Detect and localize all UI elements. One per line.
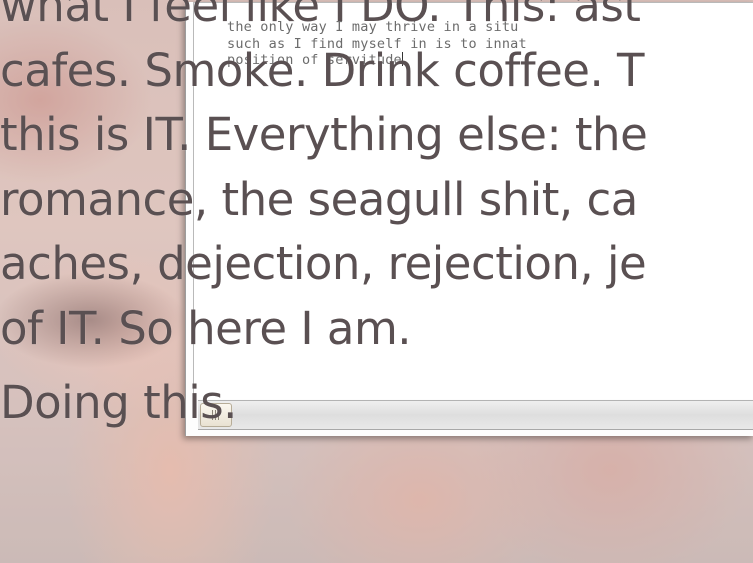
caption-line-6: of IT. So here I am. [0,301,412,355]
caption-line-5: aches, dejection, rejection, je [0,237,647,290]
caption-line-3: this is IT. Everything else: the [0,108,648,161]
caption-line-1: what I feel like I DO. This: ast [0,0,641,32]
caption-line-2: cafes. Smoke. Drink coffee. T [0,43,645,97]
caption-line-7: Doing this. [0,376,238,429]
caption-line-4: romance, the seagull shit, ca [0,172,638,226]
caption-gap [0,361,753,371]
desktop-caption: what I feel like I DO. This: ast cafes. … [0,0,753,436]
